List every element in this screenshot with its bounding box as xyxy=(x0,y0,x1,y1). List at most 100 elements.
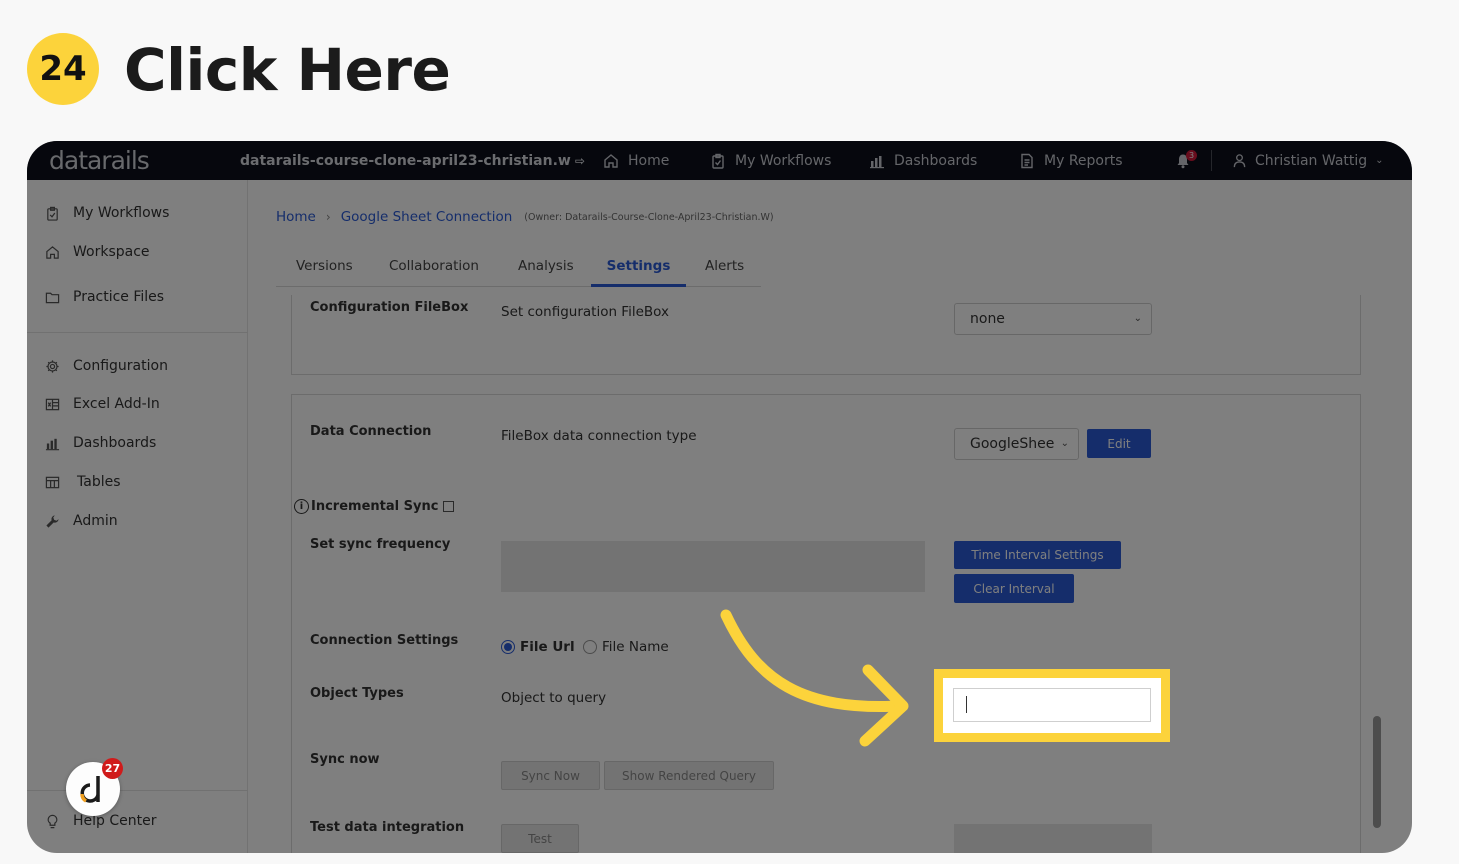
config-filebox-panel: Configuration FileBox Set configuration … xyxy=(291,295,1361,375)
nav-dashboards-label: Dashboards xyxy=(894,152,978,169)
nav-divider xyxy=(1211,150,1212,171)
nav-my-reports-label: My Reports xyxy=(1044,152,1123,169)
sidebar-item-workspace[interactable]: Workspace xyxy=(45,244,150,260)
notifications-button[interactable]: 3 xyxy=(1175,141,1199,180)
tab-settings[interactable]: Settings xyxy=(591,258,686,287)
sidebar-item-tables[interactable]: Tables xyxy=(45,474,121,490)
sidebar-item-excel-add-in[interactable]: Excel Add-In xyxy=(45,396,160,412)
nav-my-workflows-label: My Workflows xyxy=(735,152,832,169)
user-icon xyxy=(1233,154,1246,168)
nav-my-reports[interactable]: My Reports xyxy=(1019,141,1123,180)
external-link-icon[interactable]: ⇨ xyxy=(575,154,585,168)
bar-chart-icon xyxy=(45,438,60,450)
sidebar-item-configuration[interactable]: Configuration xyxy=(45,358,168,374)
radio-unselected-indicator xyxy=(583,640,597,654)
breadcrumb-owner: (Owner: Datarails-Course-Clone-April23-C… xyxy=(524,211,774,223)
scrollbar[interactable] xyxy=(1373,716,1381,828)
gear-icon xyxy=(46,359,59,373)
datarails-logo[interactable]: datarails xyxy=(49,141,150,180)
user-name: Christian Wattig xyxy=(1255,152,1368,169)
edit-button[interactable]: Edit xyxy=(1087,429,1151,458)
tab-versions[interactable]: Versions xyxy=(296,258,353,287)
info-icon: i xyxy=(294,499,309,514)
lightbulb-icon xyxy=(47,814,58,828)
chevron-right-icon: › xyxy=(325,210,331,224)
radio-file-name-label: File Name xyxy=(602,639,669,655)
test-result-area xyxy=(954,824,1152,853)
radio-file-name[interactable]: File Name xyxy=(583,639,669,655)
sidebar-divider xyxy=(27,790,248,791)
nav-home-label: Home xyxy=(628,152,670,169)
notification-count-badge: 3 xyxy=(1186,150,1197,161)
sync-now-button[interactable]: Sync Now xyxy=(501,761,600,790)
breadcrumb: Home › Google Sheet Connection (Owner: D… xyxy=(276,209,774,225)
sidebar-item-admin[interactable]: Admin xyxy=(45,513,118,529)
sync-frequency-display xyxy=(501,541,925,592)
app-screenshot: datarails datarails-course-clone-april23… xyxy=(27,141,1412,853)
main-content: Home › Google Sheet Connection (Owner: D… xyxy=(248,180,1412,853)
test-button[interactable]: Test xyxy=(501,824,579,853)
table-icon xyxy=(45,476,60,488)
chevron-down-icon: ⌄ xyxy=(1060,438,1069,449)
breadcrumb-current[interactable]: Google Sheet Connection xyxy=(341,209,513,225)
sidebar-item-label: Admin xyxy=(73,513,118,529)
clear-interval-button[interactable]: Clear Interval xyxy=(954,574,1074,603)
text-cursor xyxy=(966,696,967,713)
step-title: Click Here xyxy=(124,36,451,104)
sidebar-item-my-workflows[interactable]: My Workflows xyxy=(45,205,169,221)
sidebar-item-label: Help Center xyxy=(73,813,157,829)
tab-analysis[interactable]: Analysis xyxy=(518,258,574,287)
sync-now-label: Sync now xyxy=(310,752,380,767)
breadcrumb-home[interactable]: Home xyxy=(276,209,316,225)
sidebar-item-label: Excel Add-In xyxy=(73,396,160,412)
help-center-avatar[interactable]: 27 xyxy=(66,758,123,816)
config-filebox-selected: none xyxy=(970,311,1005,327)
sidebar-item-label: Configuration xyxy=(73,358,168,374)
connection-settings-label: Connection Settings xyxy=(310,633,459,648)
sidebar: My Workflows Workspace Practice Files Co… xyxy=(27,180,248,853)
data-connection-select[interactable]: GoogleShee ⌄ xyxy=(954,428,1079,460)
nav-home[interactable]: Home xyxy=(603,141,669,180)
sync-frequency-label: Set sync frequency xyxy=(310,537,451,552)
config-filebox-select[interactable]: none ⌄ xyxy=(954,303,1152,335)
chevron-down-icon: ⌄ xyxy=(1375,155,1384,166)
sidebar-item-label: Tables xyxy=(77,474,121,490)
clipboard-icon xyxy=(47,206,58,221)
radio-file-url-label: File Url xyxy=(520,639,575,655)
excel-icon xyxy=(45,398,60,410)
incremental-sync-row: i Incremental Sync xyxy=(294,499,455,514)
sidebar-item-dashboards[interactable]: Dashboards xyxy=(45,435,156,451)
sidebar-item-label: My Workflows xyxy=(73,205,170,221)
test-integration-label: Test data integration xyxy=(310,820,465,835)
show-rendered-query-button[interactable]: Show Rendered Query xyxy=(604,761,774,790)
radio-selected-indicator xyxy=(501,640,515,654)
tab-alerts[interactable]: Alerts xyxy=(705,258,744,287)
incremental-sync-checkbox[interactable] xyxy=(443,501,455,512)
sidebar-item-practice-files[interactable]: Practice Files xyxy=(45,289,164,305)
config-filebox-label: Configuration FileBox xyxy=(310,300,469,315)
radio-file-url[interactable]: File Url xyxy=(501,639,575,655)
sidebar-divider xyxy=(27,332,248,333)
sidebar-item-label: Dashboards xyxy=(73,435,157,451)
nav-dashboards[interactable]: Dashboards xyxy=(869,141,977,180)
object-types-label: Object Types xyxy=(310,686,404,701)
object-types-description: Object to query xyxy=(501,690,607,706)
sidebar-item-label: Workspace xyxy=(73,244,150,260)
data-connection-label: Data Connection xyxy=(310,424,432,439)
chevron-down-icon: ⌄ xyxy=(1133,313,1142,324)
folder-icon xyxy=(45,292,60,303)
time-interval-settings-button[interactable]: Time Interval Settings xyxy=(954,541,1121,569)
highlight-frame xyxy=(934,669,1170,742)
home-icon xyxy=(46,245,59,259)
incremental-sync-label: Incremental Sync xyxy=(311,499,439,514)
document-icon xyxy=(1021,153,1033,168)
wrench-icon xyxy=(46,514,59,528)
object-to-query-input[interactable] xyxy=(953,688,1151,722)
workspace-name[interactable]: datarails-course-clone-april23-christian… xyxy=(240,141,585,180)
data-connection-description: FileBox data connection type xyxy=(501,428,697,444)
nav-my-workflows[interactable]: My Workflows xyxy=(710,141,831,180)
step-number-badge: 24 xyxy=(27,33,99,105)
sidebar-item-help-center[interactable]: Help Center xyxy=(45,813,157,829)
user-menu[interactable]: Christian Wattig ⌄ xyxy=(1232,141,1384,180)
tab-collaboration[interactable]: Collaboration xyxy=(389,258,479,287)
